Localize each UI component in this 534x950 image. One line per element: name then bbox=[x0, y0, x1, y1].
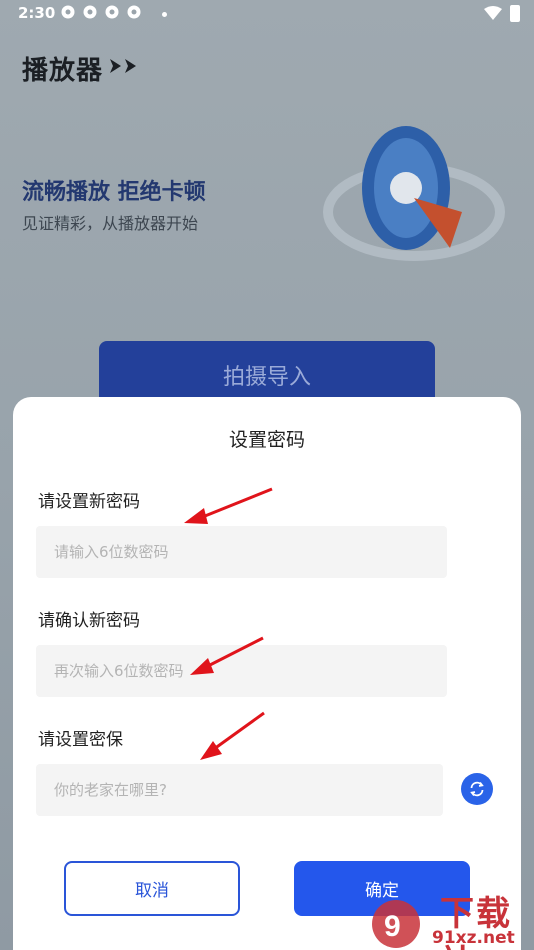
annotation-arrow-icon bbox=[190, 636, 264, 675]
annotation-arrow-icon bbox=[200, 711, 265, 760]
watermark-url: 91xz.net bbox=[432, 928, 515, 948]
annotation-arrows bbox=[184, 487, 273, 760]
annotation-arrow-icon bbox=[184, 487, 273, 524]
svg-text:9: 9 bbox=[384, 910, 401, 943]
